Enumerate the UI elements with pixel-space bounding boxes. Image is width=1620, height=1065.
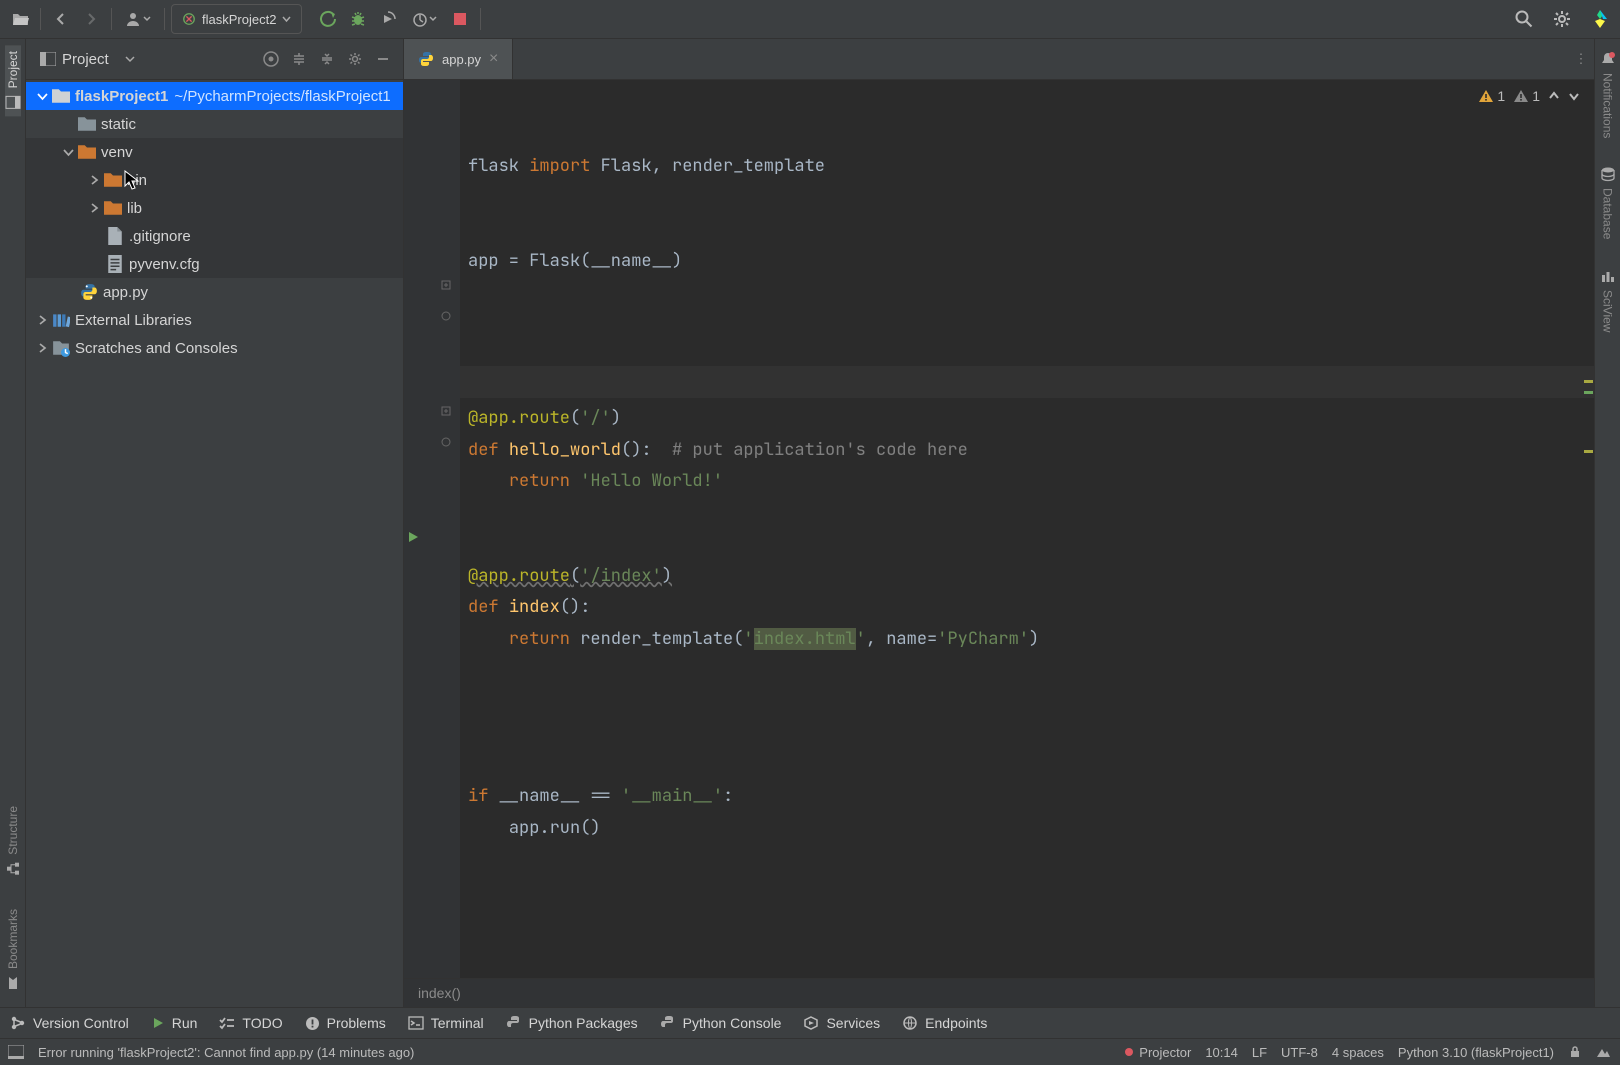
packages-toolwindow-button[interactable]: Python Packages (506, 1015, 638, 1031)
python-file-icon (418, 51, 434, 67)
close-tab-button[interactable]: × (489, 50, 498, 68)
main-toolbar: flaskProject2 (0, 0, 1620, 39)
toolwindows-toggle-icon[interactable] (8, 1045, 24, 1059)
left-toolwindow-bar: Project Structure Bookmarks (0, 39, 26, 1007)
gutter-return-icon[interactable] (438, 308, 454, 324)
editor-breadcrumbs[interactable]: index() (404, 978, 1594, 1007)
tree-node-scratches[interactable]: Scratches and Consoles (26, 334, 403, 362)
nav-forward-button[interactable] (77, 6, 105, 32)
text-file-icon (106, 255, 124, 273)
select-opened-file-button[interactable] (259, 47, 283, 71)
code-area[interactable]: flask import Flask, render_template app … (460, 80, 1594, 978)
todo-toolwindow-button[interactable]: TODO (219, 1015, 282, 1031)
next-highlight-button[interactable] (1568, 90, 1580, 102)
python-console-toolwindow-button[interactable]: Python Console (660, 1015, 782, 1031)
editor-gutter[interactable] (404, 80, 460, 978)
python-file-icon (80, 283, 98, 301)
weak-warning-icon (1513, 88, 1529, 104)
folder-icon (78, 143, 96, 161)
tree-node-bin[interactable]: bin (26, 166, 403, 194)
ide-logo-button[interactable] (1586, 6, 1614, 32)
folder-icon (104, 199, 122, 217)
rerun-flask-button[interactable] (314, 6, 342, 32)
project-toolwindow-button[interactable]: Project (5, 45, 21, 116)
status-bar: Error running 'flaskProject2': Cannot fi… (0, 1038, 1620, 1065)
tree-root-node[interactable]: flaskProject1 ~/PycharmProjects/flaskPro… (26, 82, 403, 110)
search-everywhere-button[interactable] (1510, 6, 1538, 32)
gutter-method-icon[interactable] (438, 277, 454, 293)
ide-errors-icon[interactable] (1596, 1045, 1612, 1059)
lock-icon[interactable] (1568, 1045, 1582, 1059)
endpoints-toolwindow-button[interactable]: Endpoints (902, 1015, 987, 1031)
nav-back-button[interactable] (47, 6, 75, 32)
status-projector[interactable]: Projector (1125, 1045, 1191, 1060)
vcs-account-button[interactable] (118, 6, 158, 32)
warning-icon (1478, 88, 1494, 104)
library-icon (52, 311, 70, 329)
status-line-sep[interactable]: LF (1252, 1045, 1267, 1060)
collapse-all-button[interactable] (315, 47, 339, 71)
status-indent[interactable]: 4 spaces (1332, 1045, 1384, 1060)
gutter-return-icon[interactable] (438, 434, 454, 450)
file-icon (106, 227, 124, 245)
code-editor[interactable]: 1 1 flask import Flask, render_template … (404, 80, 1594, 978)
status-message[interactable]: Error running 'flaskProject2': Cannot fi… (38, 1045, 414, 1060)
project-view-selector[interactable]: Project (34, 49, 141, 70)
editor-tabs: app.py × ⋮ (404, 39, 1594, 80)
debug-button[interactable] (344, 6, 372, 32)
problems-toolwindow-button[interactable]: Problems (305, 1015, 386, 1031)
structure-toolwindow-button[interactable]: Structure (5, 800, 21, 883)
right-toolwindow-bar: Notifications Database SciView (1594, 39, 1620, 1007)
scratches-icon (52, 339, 70, 357)
profile-button[interactable] (404, 6, 444, 32)
run-coverage-button[interactable] (374, 6, 402, 32)
hide-toolwindow-button[interactable] (371, 47, 395, 71)
project-tree[interactable]: flaskProject1 ~/PycharmProjects/flaskPro… (26, 80, 403, 1007)
status-encoding[interactable]: UTF-8 (1281, 1045, 1318, 1060)
tree-node-pyvenv[interactable]: pyvenv.cfg (26, 250, 403, 278)
settings-button[interactable] (1548, 6, 1576, 32)
project-header: Project (26, 39, 403, 80)
tree-node-gitignore[interactable]: .gitignore (26, 222, 403, 250)
vcs-toolwindow-button[interactable]: Version Control (10, 1015, 129, 1031)
expand-all-button[interactable] (287, 47, 311, 71)
tree-node-external-libs[interactable]: External Libraries (26, 306, 403, 334)
bookmarks-toolwindow-button[interactable]: Bookmarks (5, 903, 21, 997)
stop-button[interactable] (446, 6, 474, 32)
status-interpreter[interactable]: Python 3.10 (flaskProject1) (1398, 1045, 1554, 1060)
bottom-toolwindow-bar: Version Control Run TODO Problems Termin… (0, 1007, 1620, 1038)
folder-icon (104, 171, 122, 189)
tab-list-button[interactable]: ⋮ (1568, 39, 1594, 79)
database-toolwindow-button[interactable]: Database (1600, 160, 1616, 245)
gutter-method-icon[interactable] (438, 403, 454, 419)
file-tab[interactable]: app.py × (404, 39, 513, 79)
run-config-name: flaskProject2 (202, 12, 276, 27)
services-toolwindow-button[interactable]: Services (803, 1015, 880, 1031)
project-toolwindow: Project flaskProject1 ~/PycharmProjects/… (26, 39, 404, 1007)
terminal-toolwindow-button[interactable]: Terminal (408, 1015, 484, 1031)
project-settings-button[interactable] (343, 47, 367, 71)
tree-node-apppy[interactable]: app.py (26, 278, 403, 306)
run-config-selector[interactable]: flaskProject2 (171, 4, 302, 34)
tree-node-lib[interactable]: lib (26, 194, 403, 222)
run-toolwindow-button[interactable]: Run (151, 1015, 198, 1031)
notifications-toolwindow-button[interactable]: Notifications (1600, 45, 1616, 144)
inspection-widget[interactable]: 1 1 (1478, 88, 1580, 104)
open-button[interactable] (6, 6, 34, 32)
error-stripe[interactable] (1582, 80, 1594, 978)
editor-area: app.py × ⋮ 1 1 flask import Flask, rende… (404, 39, 1594, 1007)
prev-highlight-button[interactable] (1548, 90, 1560, 102)
folder-icon (52, 87, 70, 105)
tree-node-venv[interactable]: venv (26, 138, 403, 166)
gutter-run-icon[interactable] (405, 529, 421, 545)
sciview-toolwindow-button[interactable]: SciView (1600, 262, 1616, 338)
status-caret[interactable]: 10:14 (1205, 1045, 1238, 1060)
tree-node-static[interactable]: static (26, 110, 403, 138)
recording-dot-icon (1125, 1048, 1133, 1056)
folder-icon (78, 115, 96, 133)
